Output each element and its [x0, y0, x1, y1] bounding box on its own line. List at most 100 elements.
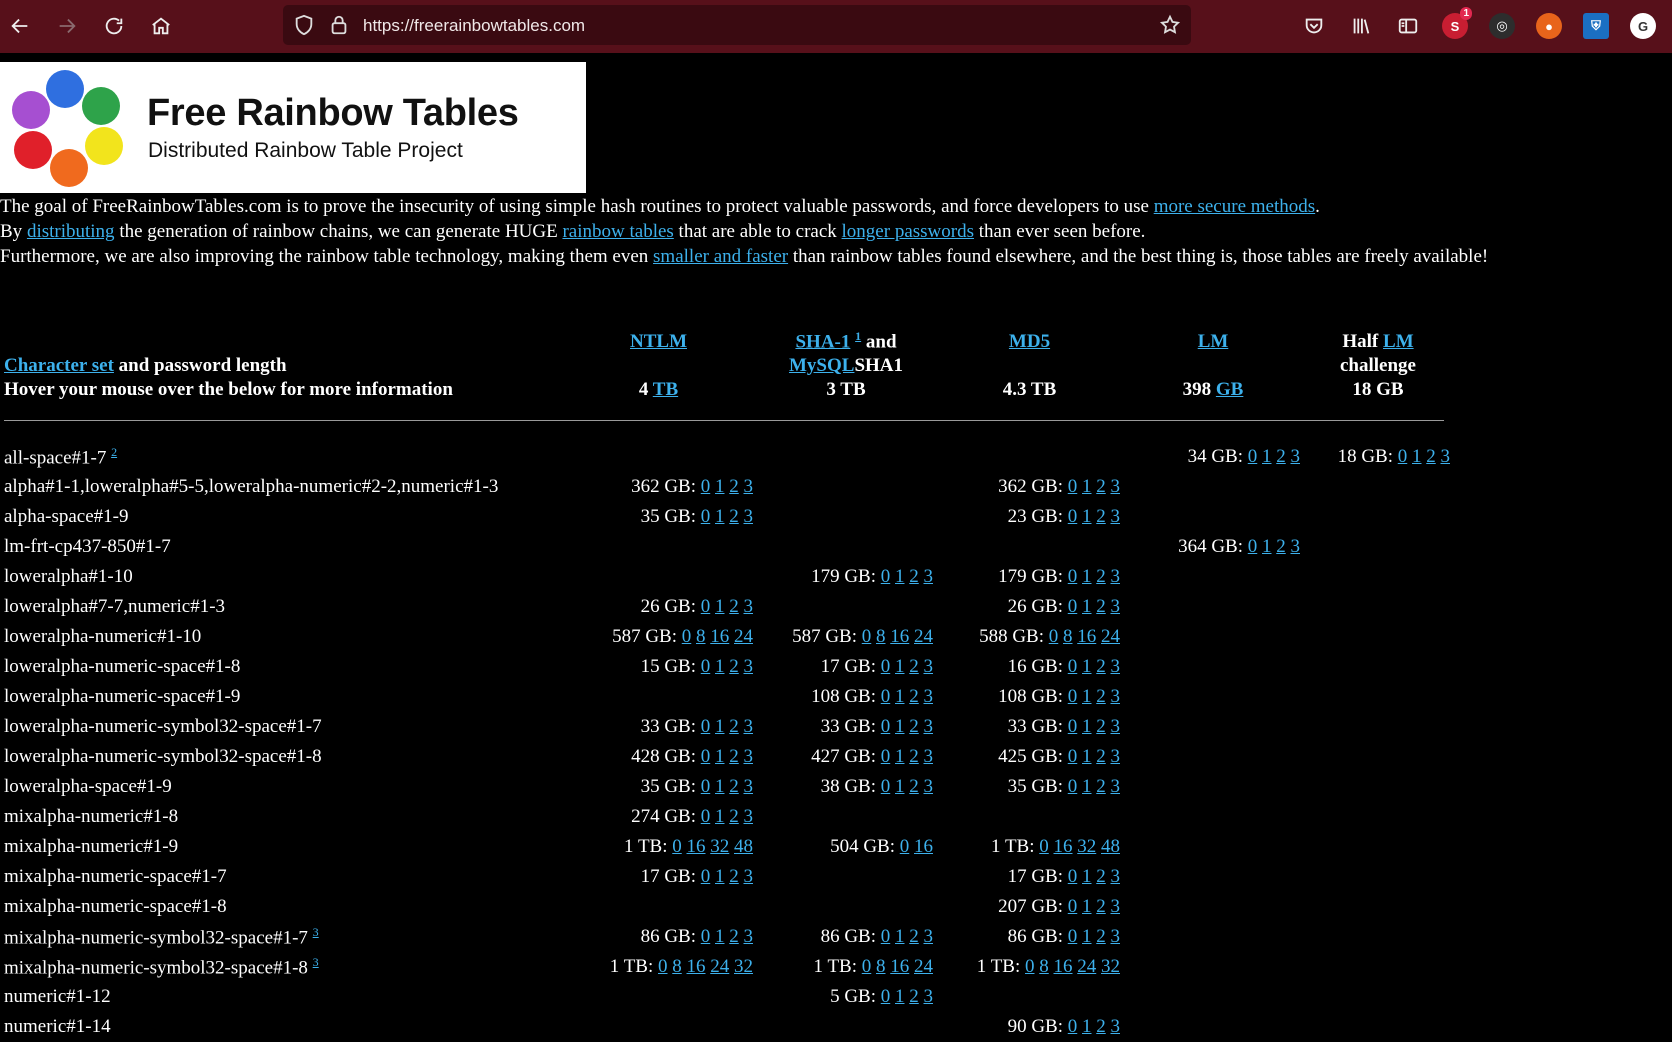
table-part-link[interactable]: 1 — [1082, 896, 1092, 917]
library-icon[interactable] — [1347, 12, 1375, 40]
table-part-link[interactable]: 1 — [895, 716, 905, 737]
table-part-link[interactable]: 1 — [895, 656, 905, 677]
table-part-link[interactable]: 0 — [701, 476, 711, 497]
table-part-link[interactable]: 3 — [1291, 446, 1301, 467]
table-part-link[interactable]: 2 — [1276, 536, 1286, 557]
table-part-link[interactable]: 16 — [1054, 956, 1073, 977]
table-part-link[interactable]: 0 — [1068, 686, 1078, 707]
charset-name[interactable]: loweralpha-numeric-space#1-9 — [1, 682, 561, 712]
footnote-link[interactable]: 2 — [111, 445, 117, 459]
table-part-link[interactable]: 1 — [895, 746, 905, 767]
table-part-link[interactable]: 0 — [658, 956, 668, 977]
charset-name[interactable]: all-space#1-7 2 — [1, 442, 561, 472]
table-part-link[interactable]: 0 — [1068, 1016, 1078, 1037]
site-logo[interactable]: Free Rainbow Tables Distributed Rainbow … — [0, 62, 586, 193]
table-part-link[interactable]: 24 — [914, 956, 933, 977]
charset-name[interactable]: loweralpha-numeric-symbol32-space#1-8 — [1, 742, 561, 772]
table-part-link[interactable]: 24 — [1077, 956, 1096, 977]
table-part-link[interactable]: 8 — [876, 956, 886, 977]
table-part-link[interactable]: 2 — [1096, 656, 1106, 677]
charset-name[interactable]: mixalpha-numeric-space#1-8 — [1, 892, 561, 922]
table-part-link[interactable]: 2 — [909, 986, 919, 1007]
charset-name[interactable]: loweralpha#7-7,numeric#1-3 — [1, 592, 561, 622]
footnote-link[interactable]: 3 — [313, 955, 319, 969]
footnote-link[interactable]: 3 — [313, 925, 319, 939]
table-part-link[interactable]: 0 — [1068, 566, 1078, 587]
table-part-link[interactable]: 2 — [1096, 776, 1106, 797]
table-part-link[interactable]: 1 — [1082, 506, 1092, 527]
sidebar-icon[interactable] — [1394, 12, 1422, 40]
table-part-link[interactable]: 3 — [924, 746, 934, 767]
more-secure-methods-link[interactable]: more secure methods — [1154, 196, 1315, 217]
table-part-link[interactable]: 0 — [1068, 476, 1078, 497]
extension-red-icon[interactable]: S1 — [1442, 7, 1472, 39]
table-part-link[interactable]: 2 — [1096, 686, 1106, 707]
table-part-link[interactable]: 0 — [881, 986, 891, 1007]
forward-icon[interactable] — [53, 12, 81, 40]
table-part-link[interactable]: 0 — [701, 776, 711, 797]
table-part-link[interactable]: 3 — [924, 686, 934, 707]
table-part-link[interactable]: 3 — [924, 656, 934, 677]
table-part-link[interactable]: 2 — [729, 716, 739, 737]
table-part-link[interactable]: 2 — [729, 746, 739, 767]
table-part-link[interactable]: 3 — [1111, 476, 1121, 497]
charset-name[interactable]: alpha#1-1,loweralpha#5-5,loweralpha-nume… — [1, 472, 561, 502]
table-part-link[interactable]: 0 — [682, 626, 692, 647]
table-part-link[interactable]: 0 — [881, 716, 891, 737]
table-part-link[interactable]: 2 — [909, 716, 919, 737]
table-part-link[interactable]: 3 — [744, 926, 754, 947]
table-part-link[interactable]: 0 — [1068, 716, 1078, 737]
table-part-link[interactable]: 0 — [1248, 536, 1258, 557]
table-part-link[interactable]: 16 — [890, 626, 909, 647]
charset-name[interactable]: loweralpha-numeric-space#1-8 — [1, 652, 561, 682]
table-part-link[interactable]: 1 — [895, 776, 905, 797]
mysql-link[interactable]: MySQL — [789, 355, 854, 376]
duckduckgo-icon[interactable]: ● — [1536, 13, 1562, 39]
table-part-link[interactable]: 1 — [1082, 746, 1092, 767]
table-part-link[interactable]: 1 — [895, 686, 905, 707]
charset-name[interactable]: mixalpha-numeric-symbol32-space#1-7 3 — [1, 922, 561, 952]
table-part-link[interactable]: 0 — [1049, 626, 1059, 647]
table-part-link[interactable]: 32 — [1101, 956, 1120, 977]
charset-name[interactable]: mixalpha-numeric#1-9 — [1, 832, 561, 862]
table-part-link[interactable]: 2 — [909, 926, 919, 947]
table-part-link[interactable]: 3 — [924, 776, 934, 797]
table-part-link[interactable]: 0 — [701, 926, 711, 947]
table-part-link[interactable]: 24 — [914, 626, 933, 647]
table-part-link[interactable]: 8 — [672, 956, 682, 977]
table-part-link[interactable]: 0 — [881, 566, 891, 587]
table-part-link[interactable]: 16 — [1054, 836, 1073, 857]
table-part-link[interactable]: 0 — [1068, 926, 1078, 947]
account-avatar[interactable]: G — [1630, 13, 1656, 39]
table-part-link[interactable]: 3 — [1111, 506, 1121, 527]
table-part-link[interactable]: 1 — [1082, 686, 1092, 707]
tracking-shield-icon[interactable] — [293, 14, 315, 36]
table-part-link[interactable]: 2 — [1276, 446, 1286, 467]
table-part-link[interactable]: 3 — [1111, 596, 1121, 617]
distributing-link[interactable]: distributing — [27, 221, 115, 242]
table-part-link[interactable]: 3 — [744, 506, 754, 527]
table-part-link[interactable]: 24 — [1101, 626, 1120, 647]
charset-name[interactable]: mixalpha-numeric#1-8 — [1, 802, 561, 832]
table-part-link[interactable]: 1 — [1082, 716, 1092, 737]
table-part-link[interactable]: 0 — [1025, 956, 1035, 977]
md5-link[interactable]: MD5 — [1009, 331, 1050, 352]
table-part-link[interactable]: 32 — [710, 836, 729, 857]
table-part-link[interactable]: 3 — [744, 746, 754, 767]
table-part-link[interactable]: 3 — [1441, 446, 1451, 467]
table-part-link[interactable]: 1 — [1082, 476, 1092, 497]
table-part-link[interactable]: 1 — [715, 926, 725, 947]
table-part-link[interactable]: 0 — [1068, 656, 1078, 677]
table-part-link[interactable]: 16 — [687, 956, 706, 977]
table-part-link[interactable]: 2 — [1096, 896, 1106, 917]
table-part-link[interactable]: 16 — [687, 836, 706, 857]
table-part-link[interactable]: 3 — [744, 656, 754, 677]
table-part-link[interactable]: 1 — [715, 596, 725, 617]
table-part-link[interactable]: 2 — [1096, 506, 1106, 527]
table-part-link[interactable]: 2 — [729, 866, 739, 887]
charset-name[interactable]: loweralpha-numeric-symbol32-space#1-7 — [1, 712, 561, 742]
table-part-link[interactable]: 0 — [881, 776, 891, 797]
table-part-link[interactable]: 2 — [1096, 746, 1106, 767]
charset-name[interactable]: numeric#1-12 — [1, 982, 561, 1012]
table-part-link[interactable]: 2 — [1096, 566, 1106, 587]
